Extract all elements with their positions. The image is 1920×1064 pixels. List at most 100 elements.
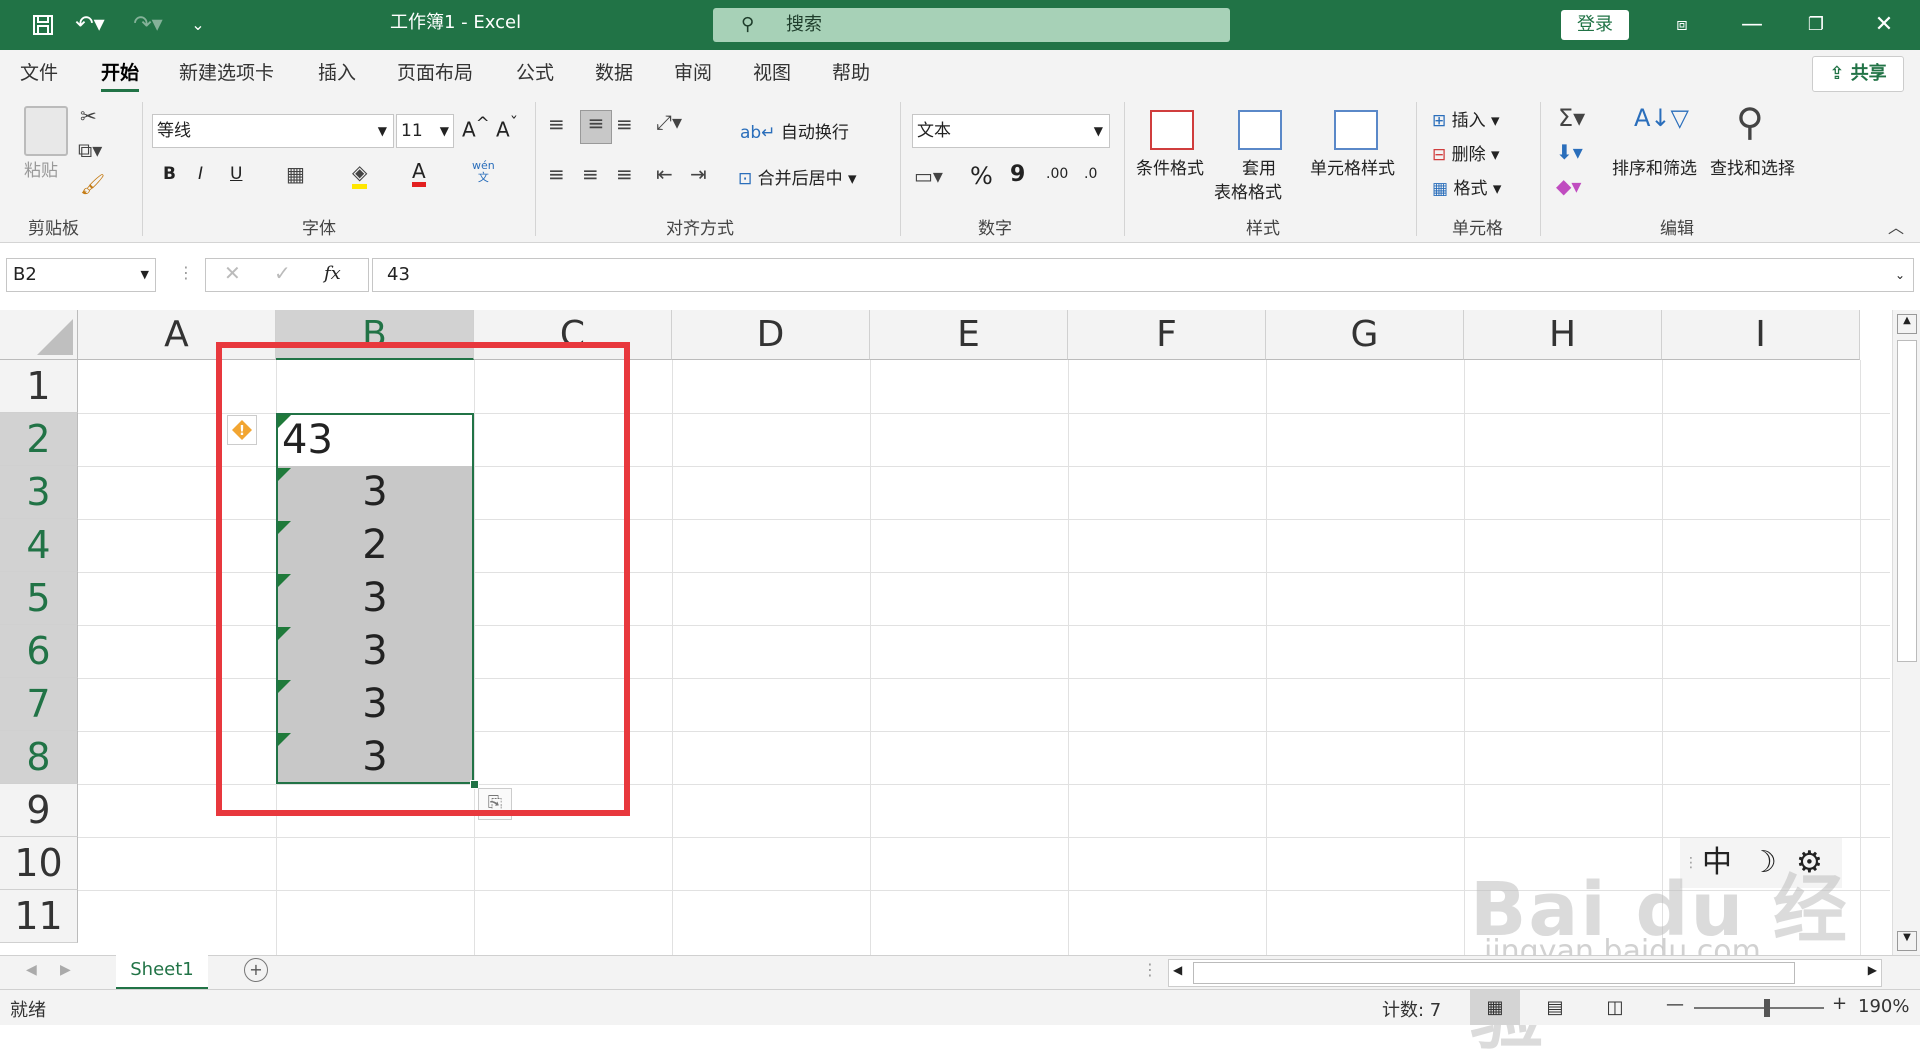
- tab-home[interactable]: 开始: [101, 50, 140, 96]
- zoom-in-icon[interactable]: +: [1832, 993, 1847, 1014]
- collapse-ribbon-icon[interactable]: ︿: [1888, 214, 1904, 238]
- name-box[interactable]: B2 ▼: [6, 258, 156, 292]
- sort-filter-button[interactable]: 排序和筛选: [1612, 154, 1697, 179]
- bold-button[interactable]: B: [163, 164, 176, 184]
- scroll-up-icon[interactable]: ▲: [1897, 314, 1917, 334]
- column-header-h[interactable]: H: [1464, 310, 1662, 360]
- row-header-7[interactable]: 7: [0, 678, 78, 731]
- insert-cells-button[interactable]: ⊞ 插入 ▾: [1432, 106, 1500, 131]
- scroll-left-icon[interactable]: ◀: [1173, 963, 1182, 977]
- cut-icon[interactable]: ✂: [80, 104, 97, 128]
- align-right-icon[interactable]: ≡: [616, 162, 633, 186]
- row-header-10[interactable]: 10: [0, 837, 78, 890]
- comma-button[interactable]: 9: [1010, 162, 1025, 187]
- zoom-slider-thumb[interactable]: [1764, 999, 1770, 1017]
- decrease-indent-icon[interactable]: ⇤: [656, 162, 673, 186]
- add-sheet-icon[interactable]: +: [244, 958, 268, 982]
- tab-new[interactable]: 新建选项卡: [179, 50, 274, 96]
- find-select-button[interactable]: 查找和选择: [1710, 154, 1795, 179]
- horizontal-scrollbar[interactable]: ◀ ▶: [1168, 959, 1882, 987]
- column-header-g[interactable]: G: [1266, 310, 1464, 360]
- row-header-11[interactable]: 11: [0, 890, 78, 943]
- next-sheet-icon[interactable]: ▶: [60, 962, 71, 978]
- font-color-button[interactable]: A: [412, 160, 426, 187]
- row-header-9[interactable]: 9: [0, 784, 78, 837]
- phonetic-button[interactable]: wén 文: [472, 160, 495, 184]
- prev-sheet-icon[interactable]: ◀: [26, 962, 37, 978]
- align-center-icon[interactable]: ≡: [582, 162, 599, 186]
- worksheet-grid[interactable]: A B C D E F G H I 1 2 3 4 5 6 7 8 9 10 1…: [0, 310, 1920, 1060]
- column-header-d[interactable]: D: [672, 310, 870, 360]
- scroll-down-icon[interactable]: ▼: [1897, 931, 1917, 951]
- copy-icon[interactable]: ⧉▾: [78, 138, 102, 162]
- border-icon[interactable]: ▦: [286, 162, 305, 186]
- percent-button[interactable]: %: [970, 162, 993, 190]
- redo-icon[interactable]: ↷▾: [126, 0, 170, 50]
- undo-icon[interactable]: ↶▾: [70, 0, 110, 50]
- row-header-2[interactable]: 2: [0, 413, 78, 466]
- row-header-5[interactable]: 5: [0, 572, 78, 625]
- zoom-out-icon[interactable]: —: [1666, 994, 1684, 1015]
- merge-center-button[interactable]: ⊡ 合并后居中 ▾: [738, 164, 857, 189]
- column-header-e[interactable]: E: [870, 310, 1068, 360]
- decrease-decimal-button[interactable]: .0: [1084, 166, 1097, 182]
- cell-styles-button[interactable]: 单元格样式: [1310, 154, 1395, 179]
- row-header-6[interactable]: 6: [0, 625, 78, 678]
- cancel-icon[interactable]: ✕: [224, 261, 241, 285]
- underline-button[interactable]: U: [230, 164, 242, 184]
- tab-formulas[interactable]: 公式: [516, 50, 554, 96]
- tab-page-layout[interactable]: 页面布局: [397, 50, 473, 96]
- row-header-4[interactable]: 4: [0, 519, 78, 572]
- column-header-i[interactable]: I: [1662, 310, 1860, 360]
- format-as-table-button[interactable]: 表格格式: [1214, 178, 1282, 203]
- signin-button[interactable]: 登录: [1561, 10, 1629, 40]
- scroll-right-icon[interactable]: ▶: [1868, 963, 1877, 977]
- tab-view[interactable]: 视图: [753, 50, 791, 96]
- formula-input[interactable]: 43 ⌄: [372, 258, 1914, 292]
- row-header-8[interactable]: 8: [0, 731, 78, 784]
- fill-color-icon[interactable]: ◈: [352, 160, 368, 189]
- tab-help[interactable]: 帮助: [832, 50, 870, 96]
- tab-data[interactable]: 数据: [595, 50, 633, 96]
- clear-icon[interactable]: ◆▾: [1556, 174, 1581, 198]
- font-grow-button[interactable]: A^: [462, 114, 490, 142]
- paste-button[interactable]: 粘贴: [24, 156, 58, 181]
- restore-icon[interactable]: ❐: [1798, 0, 1834, 50]
- format-cells-button[interactable]: ▦ 格式 ▾: [1432, 174, 1501, 199]
- format-as-table-line1[interactable]: 套用: [1242, 154, 1276, 179]
- orientation-icon[interactable]: ⤢▾: [656, 110, 682, 134]
- align-left-icon[interactable]: ≡: [548, 162, 565, 186]
- share-button[interactable]: ⇪ 共享: [1812, 56, 1904, 92]
- row-header-3[interactable]: 3: [0, 466, 78, 519]
- align-middle-icon[interactable]: ≡: [580, 110, 612, 144]
- increase-indent-icon[interactable]: ⇥: [690, 162, 707, 186]
- tab-review[interactable]: 审阅: [674, 50, 712, 96]
- insert-function-button[interactable]: fx: [324, 263, 341, 284]
- page-layout-view-icon[interactable]: ▤: [1530, 990, 1580, 1025]
- font-name-select[interactable]: 等线 ▼: [152, 114, 394, 148]
- select-all-button[interactable]: [0, 310, 78, 360]
- ribbon-display-icon[interactable]: ⧈: [1664, 0, 1700, 50]
- splitter-icon[interactable]: ⋮: [1142, 960, 1158, 979]
- autosum-icon[interactable]: Σ▾: [1558, 104, 1585, 132]
- wrap-text-button[interactable]: ab↵ 自动换行: [740, 118, 849, 143]
- search-input[interactable]: ⚲ 搜索: [713, 8, 1230, 42]
- font-shrink-button[interactable]: Aˇ: [496, 114, 518, 142]
- minimize-icon[interactable]: —: [1734, 0, 1770, 50]
- delete-cells-button[interactable]: ⊟ 删除 ▾: [1432, 140, 1500, 165]
- number-format-select[interactable]: 文本 ▼: [912, 114, 1110, 148]
- close-icon[interactable]: ✕: [1866, 0, 1902, 50]
- currency-icon[interactable]: ▭▾: [914, 164, 943, 188]
- align-top-icon[interactable]: ≡: [548, 112, 565, 136]
- column-header-f[interactable]: F: [1068, 310, 1266, 360]
- align-bottom-icon[interactable]: ≡: [616, 112, 633, 136]
- format-painter-icon[interactable]: 🖌: [80, 172, 105, 196]
- normal-view-icon[interactable]: ▦: [1470, 990, 1520, 1025]
- zoom-level[interactable]: 190%: [1858, 996, 1909, 1017]
- customize-toolbar-icon[interactable]: ⌄: [188, 0, 208, 50]
- conditional-format-button[interactable]: 条件格式: [1136, 154, 1204, 179]
- horizontal-scroll-thumb[interactable]: [1193, 962, 1795, 984]
- fill-icon[interactable]: ⬇▾: [1556, 140, 1583, 164]
- tab-file[interactable]: 文件: [20, 50, 58, 96]
- sheet-tab-sheet1[interactable]: Sheet1: [116, 955, 208, 990]
